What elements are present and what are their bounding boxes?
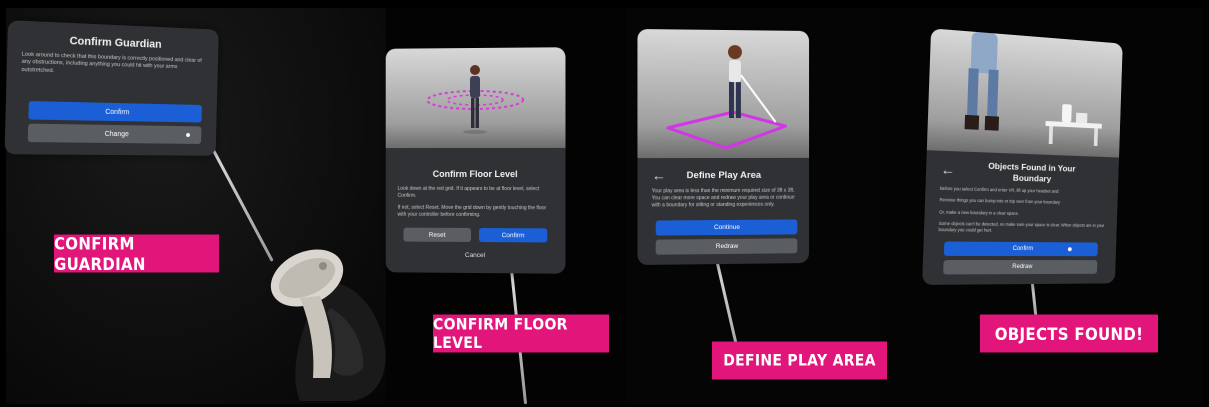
avatar-with-boundary-illustration [637, 45, 809, 158]
dialog-intro: Before you select Confirm and enter VR, … [939, 185, 1060, 194]
redraw-button[interactable]: Redraw [655, 238, 798, 255]
back-arrow-icon[interactable]: ← [940, 161, 955, 178]
confirm-guardian-dialog: Confirm Guardian Look around to check th… [4, 20, 219, 156]
objects-found-dialog: ← Objects Found in Your Boundary Before … [922, 28, 1123, 285]
dialog-note: Some objects can't be detected, so make … [938, 220, 1105, 233]
caption-confirm-guardian: CONFIRM GUARDIAN [54, 233, 219, 274]
floor-grid-preview [385, 47, 566, 149]
cancel-link[interactable]: Cancel [386, 251, 566, 259]
caption-define-play-area: DEFINE PLAY AREA [712, 341, 887, 380]
confirm-button[interactable]: Confirm [28, 101, 202, 123]
reset-button[interactable]: Reset [403, 227, 472, 242]
dialog-body-2: If not, select Reset. Move the grid down… [397, 204, 547, 218]
caption-objects-found: OBJECTS FOUND! [980, 314, 1158, 353]
dialog-title: Define Play Area [686, 169, 762, 182]
redraw-button[interactable]: Redraw [943, 260, 1098, 275]
dialog-title: Confirm Floor Level [432, 168, 518, 180]
define-play-area-dialog: ← Define Play Area Your play area is les… [637, 28, 810, 266]
confirm-button[interactable]: Confirm [478, 228, 548, 243]
play-area-preview [637, 28, 810, 159]
controller-in-hand [270, 249, 386, 401]
avatar-on-grid-illustration [386, 64, 566, 135]
bullet-2: Or, make a new boundary in a clear space… [939, 209, 1020, 216]
caption-confirm-floor-level: CONFIRM FLOOR LEVEL [433, 314, 609, 353]
objects-preview [926, 28, 1123, 158]
confirm-floor-level-dialog: Confirm Floor Level Look down at the red… [385, 47, 566, 274]
vr-scene: Confirm Guardian Look around to check th… [0, 0, 1209, 407]
confirm-button[interactable]: Confirm [943, 241, 1098, 257]
avatar-and-table-illustration [964, 31, 1102, 146]
dialog-title: Objects Found in Your Boundary [988, 160, 1076, 184]
change-button[interactable]: Change [27, 123, 202, 144]
continue-button[interactable]: Continue [655, 219, 798, 236]
dialog-body: Your play area is less than the minimum … [651, 187, 795, 208]
bullet-1: Remove things you can bump into or trip … [939, 197, 1061, 205]
dialog-body-1: Look down at the red grid. If it appears… [397, 185, 540, 199]
